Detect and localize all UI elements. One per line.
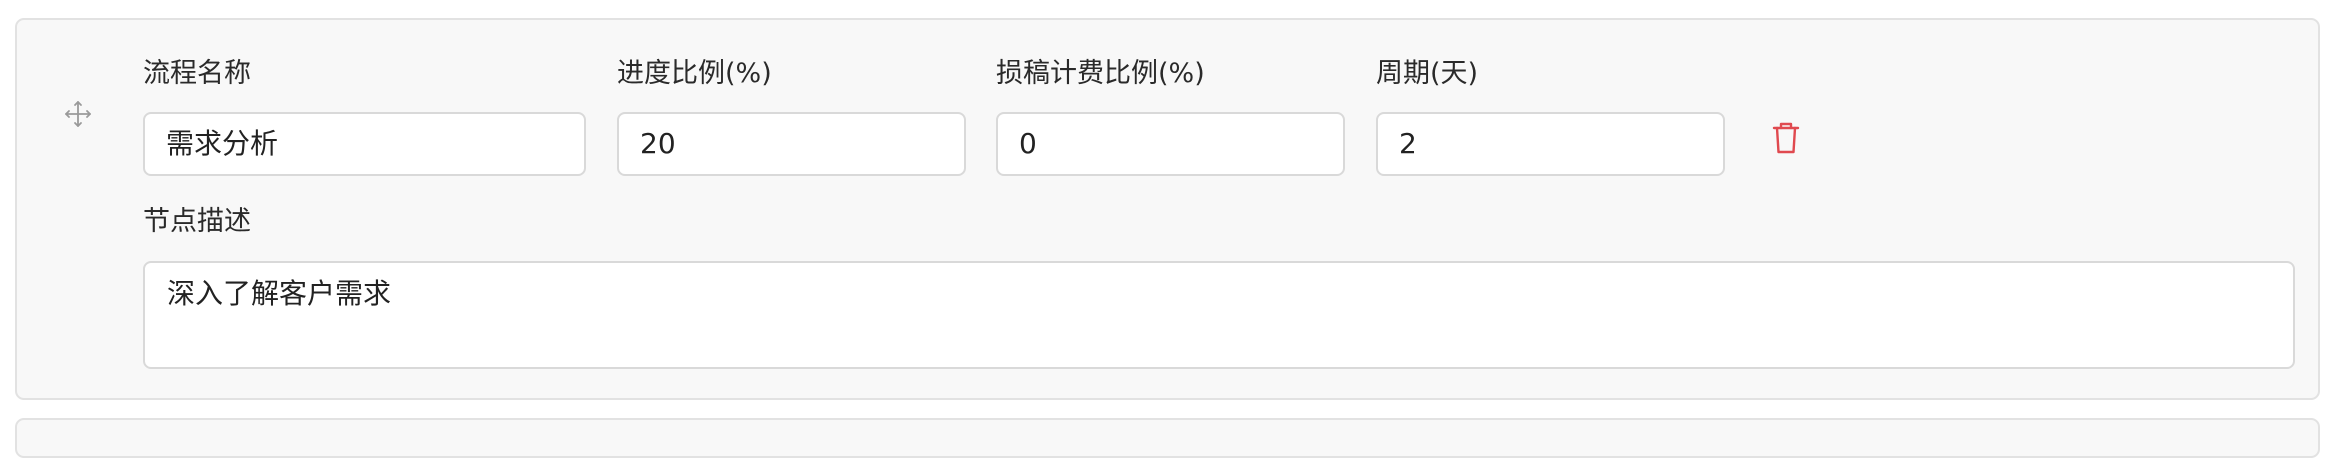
progress-ratio-label: 进度比例(%): [617, 58, 772, 89]
move-icon[interactable]: [63, 99, 93, 129]
period-days-label: 周期(天): [1376, 58, 1479, 89]
description-label: 节点描述: [143, 206, 251, 237]
cancel-fee-ratio-input[interactable]: 0: [996, 112, 1345, 176]
stage-name-label: 流程名称: [143, 58, 251, 89]
stage-name-input[interactable]: 需求分析: [143, 112, 586, 176]
next-stage-card: [15, 418, 2320, 458]
cancel-fee-ratio-label: 损稿计费比例(%): [996, 58, 1205, 89]
period-days-input[interactable]: 2: [1376, 112, 1725, 176]
trash-icon[interactable]: [1770, 120, 1802, 156]
progress-ratio-input[interactable]: 20: [617, 112, 966, 176]
description-textarea[interactable]: 深入了解客户需求: [143, 261, 2295, 369]
